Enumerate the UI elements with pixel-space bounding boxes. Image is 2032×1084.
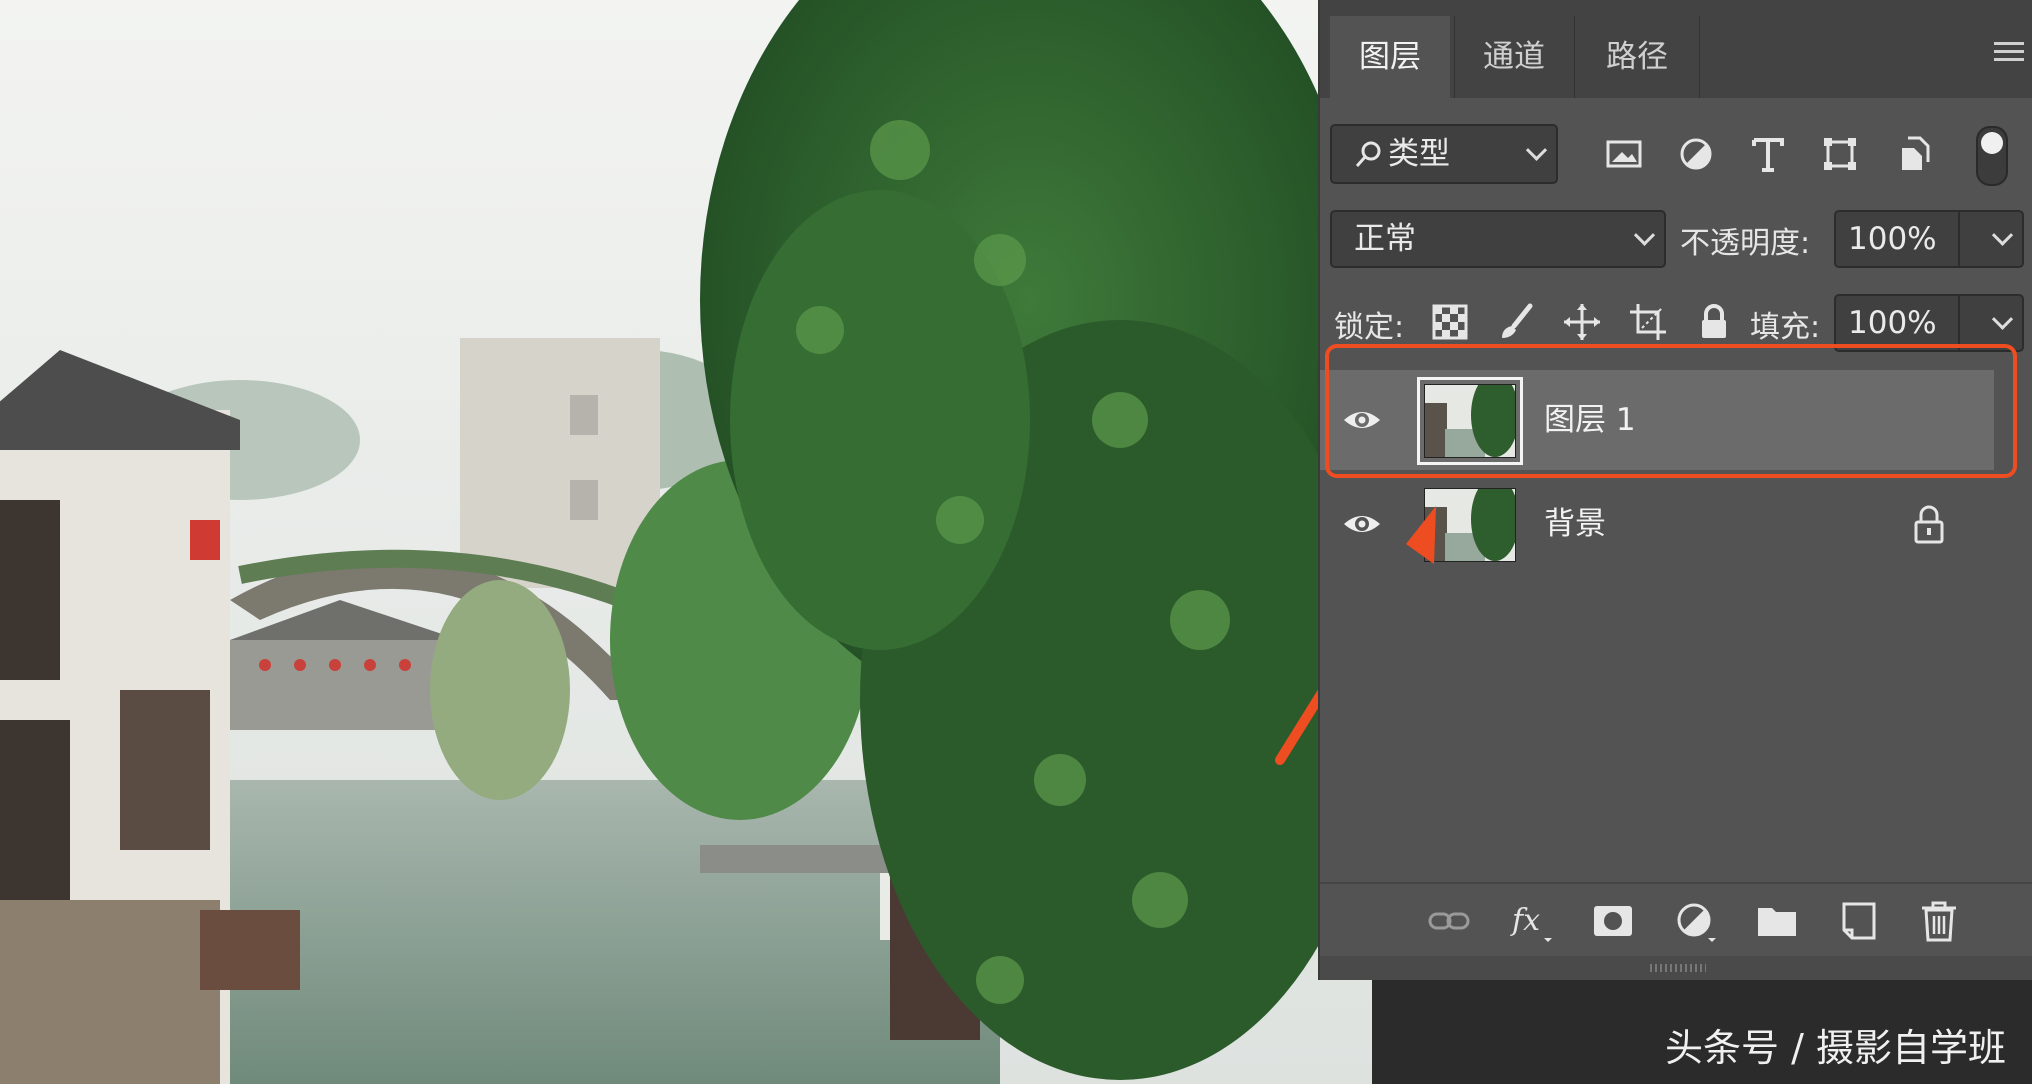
lock-transparent-pixels-icon[interactable] [1430, 302, 1470, 342]
layer-name[interactable]: 背景 [1544, 474, 1606, 574]
visibility-eye-icon[interactable] [1342, 504, 1382, 544]
panel-resize-grip[interactable] [1320, 956, 2032, 980]
watermark-text: 头条号 / 摄影自学班 [1665, 1026, 2006, 1070]
fill-label: 填充: [1750, 310, 1821, 345]
svg-text:fx: fx [1510, 903, 1540, 938]
filter-row: 类型 [1320, 122, 2032, 186]
layers-panel: 图层 通道 路径 类型 正常 不透明度: 100% 锁定: 填充: 100% 图… [1318, 0, 2032, 980]
type-filter-icon[interactable] [1748, 134, 1788, 174]
new-layer-icon[interactable] [1836, 898, 1882, 944]
layer-lock-icon[interactable] [1912, 504, 1946, 544]
fill-value: 100% [1848, 305, 1937, 341]
image-filter-icon[interactable] [1604, 134, 1644, 174]
panel-tab-bar: 图层 通道 路径 [1320, 0, 2032, 98]
panel-menu-icon[interactable] [1994, 42, 2024, 66]
blend-mode-select[interactable]: 正常 [1330, 210, 1666, 268]
opacity-value: 100% [1848, 221, 1937, 257]
lock-artboard-crop-icon[interactable] [1628, 302, 1668, 342]
opacity-field[interactable]: 100% [1834, 210, 2024, 268]
new-group-icon[interactable] [1754, 898, 1800, 944]
opacity-label: 不透明度: [1680, 226, 1811, 261]
link-layers-icon[interactable] [1426, 898, 1472, 944]
search-icon [1355, 141, 1381, 167]
lock-image-pixels-brush-icon[interactable] [1496, 302, 1536, 342]
highlight-box [1325, 344, 2017, 478]
filter-kind-label: 类型 [1388, 136, 1450, 172]
shape-filter-icon[interactable] [1820, 134, 1860, 174]
lock-all-icon[interactable] [1694, 302, 1734, 342]
canvas-photo [0, 0, 1372, 1084]
add-mask-icon[interactable] [1590, 898, 1636, 944]
lock-label: 锁定: [1334, 310, 1405, 345]
tab-paths[interactable]: 路径 [1574, 16, 1700, 98]
adjustment-layer-icon[interactable] [1672, 898, 1718, 944]
blend-row: 正常 不透明度: 100% [1320, 208, 2032, 268]
annotation-arrowhead [1406, 506, 1436, 564]
blend-mode-value: 正常 [1354, 221, 1416, 257]
fx-icon[interactable]: fx [1508, 898, 1554, 944]
filter-kind-select[interactable]: 类型 [1330, 124, 1558, 184]
layers-bottom-toolbar: fx [1320, 882, 2032, 958]
delete-layer-icon[interactable] [1916, 898, 1962, 944]
adjustment-filter-icon[interactable] [1676, 134, 1716, 174]
smart-object-filter-icon[interactable] [1892, 134, 1932, 174]
tab-channels[interactable]: 通道 [1454, 16, 1573, 98]
tab-layers[interactable]: 图层 [1330, 16, 1450, 98]
lock-position-move-icon[interactable] [1562, 302, 1602, 342]
lock-row: 锁定: 填充: 100% [1320, 292, 2032, 352]
filter-toggle[interactable] [1976, 126, 2008, 186]
